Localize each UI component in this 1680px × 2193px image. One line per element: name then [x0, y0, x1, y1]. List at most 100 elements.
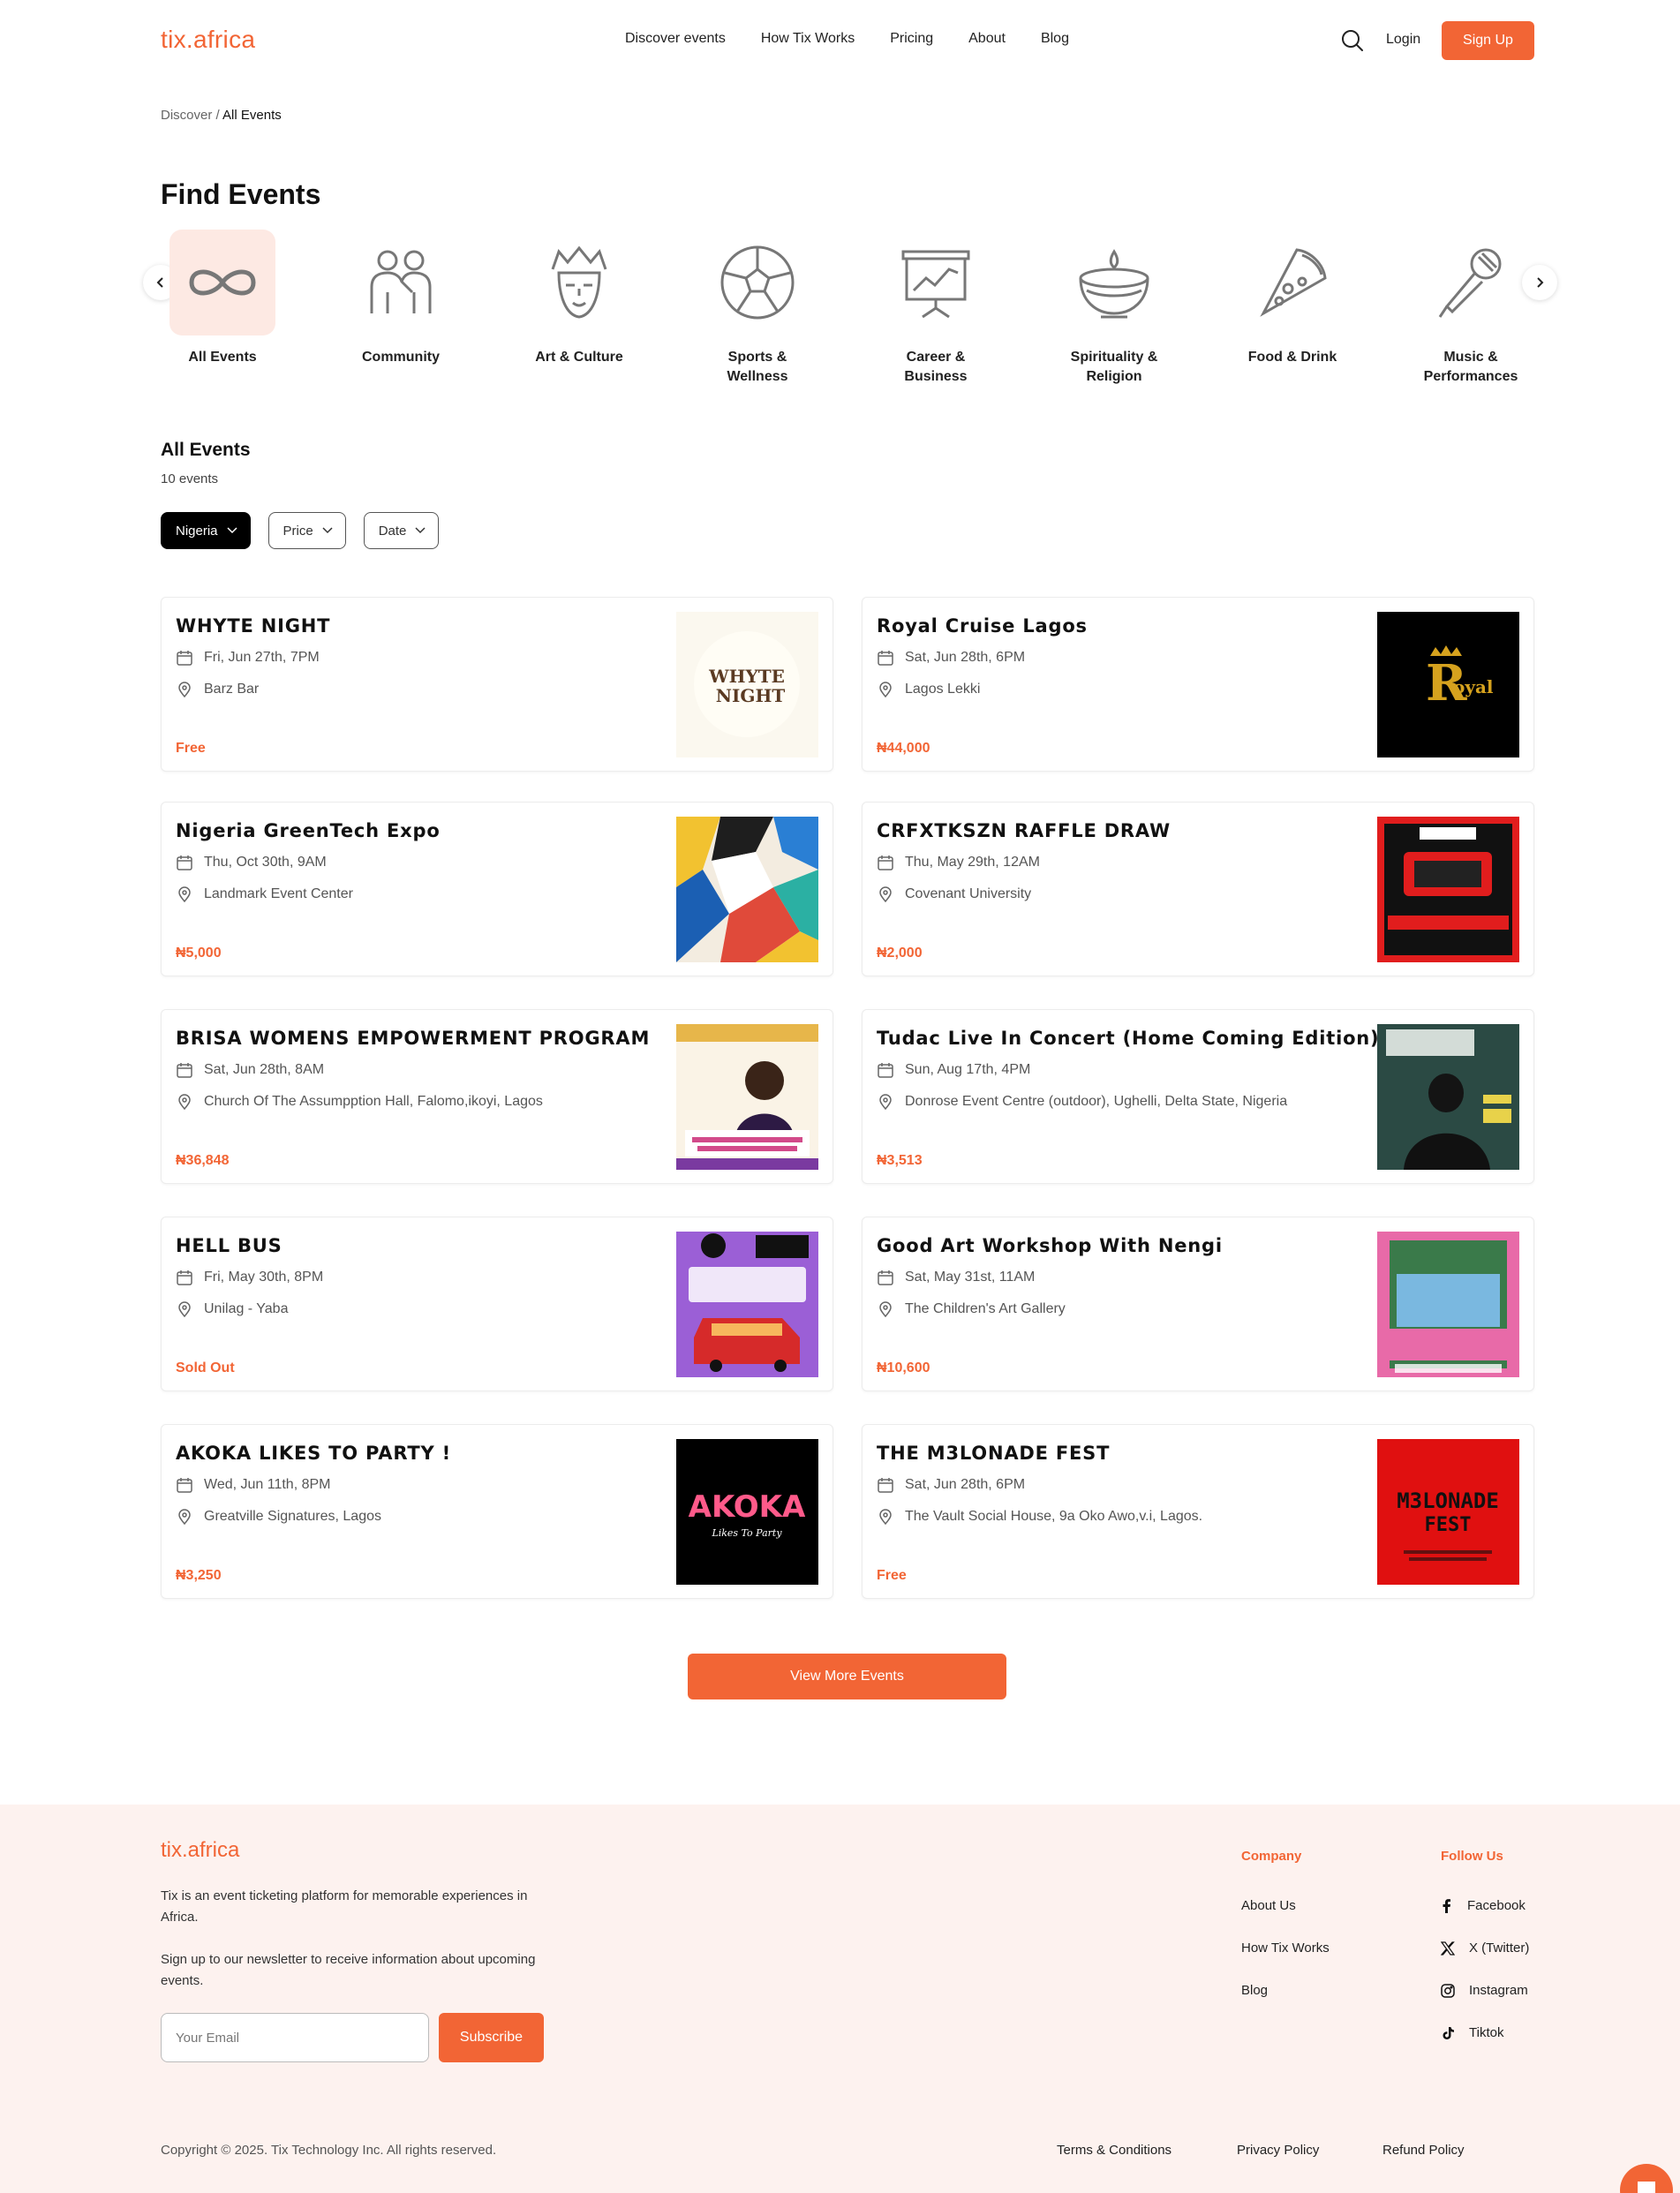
event-date: Sat, May 31st, 11AM: [877, 1269, 1035, 1286]
chevron-right-icon: [1537, 277, 1544, 288]
event-card[interactable]: HELL BUS Fri, May 30th, 8PM Unilag - Yab…: [161, 1217, 833, 1391]
royal-cruise-poster: Royal: [1377, 612, 1519, 757]
calendar-icon: [177, 651, 192, 666]
event-card[interactable]: Nigeria GreenTech Expo Thu, Oct 30th, 9A…: [161, 802, 833, 976]
microphone-icon: [1418, 230, 1524, 335]
calendar-icon: [177, 1270, 192, 1285]
raffle-draw-poster: [1377, 817, 1519, 962]
event-title: Royal Cruise Lagos: [877, 615, 1088, 637]
event-venue: Landmark Event Center: [176, 885, 353, 903]
chevron-down-icon: [415, 527, 426, 534]
tiktok-icon: [1443, 2026, 1454, 2039]
facebook-icon: [1443, 1898, 1450, 1913]
category-all-events[interactable]: All Events: [161, 230, 284, 367]
filter-country[interactable]: Nigeria: [161, 512, 251, 549]
footer-link-blog[interactable]: Blog: [1241, 1983, 1268, 1998]
event-venue-text: Barz Bar: [204, 682, 260, 697]
breadcrumb-separator: /: [212, 108, 223, 123]
event-title: Good Art Workshop With Nengi: [877, 1235, 1223, 1256]
category-spirituality-religion[interactable]: Spirituality & Religion: [1052, 230, 1176, 387]
category-label: Music & Performances: [1423, 350, 1518, 384]
event-card[interactable]: Tudac Live In Concert (Home Coming Editi…: [862, 1009, 1534, 1184]
event-price: ₦3,513: [877, 1153, 923, 1168]
filter-price[interactable]: Price: [267, 512, 346, 549]
logo[interactable]: tix.africa: [161, 26, 255, 54]
social-instagram-link[interactable]: Instagram: [1441, 1983, 1528, 1998]
x-twitter-icon: [1441, 1941, 1455, 1956]
nav-pricing[interactable]: Pricing: [890, 31, 933, 47]
footer-logo[interactable]: tix.africa: [161, 1838, 239, 1863]
category-sports-wellness[interactable]: Sports & Wellness: [696, 230, 819, 387]
event-card[interactable]: WHYTE NIGHT Fri, Jun 27th, 7PM Barz Bar …: [161, 597, 833, 772]
event-date-text: Sat, Jun 28th, 6PM: [905, 1477, 1026, 1492]
location-pin-icon: [879, 682, 892, 698]
login-link[interactable]: Login: [1386, 32, 1420, 48]
nav-how-tix-works[interactable]: How Tix Works: [761, 31, 855, 47]
m3lonade-poster: M3LONADE FEST: [1377, 1439, 1519, 1585]
privacy-policy-link[interactable]: Privacy Policy: [1237, 2143, 1319, 2158]
footer-newsletter-text: Sign up to our newsletter to receive inf…: [161, 1952, 536, 1988]
mask-icon: [526, 230, 632, 335]
social-x-link[interactable]: X (Twitter): [1441, 1941, 1529, 1956]
social-tiktok-link[interactable]: Tiktok: [1441, 2025, 1503, 2040]
category-label: Spirituality & Religion: [1070, 350, 1158, 384]
event-price: Free: [176, 741, 206, 756]
calendar-icon: [878, 651, 893, 666]
svg-text:oyal: oyal: [1453, 676, 1494, 697]
event-venue-text: Unilag - Yaba: [204, 1301, 289, 1316]
candle-bowl-icon: [1061, 230, 1167, 335]
event-venue-text: Donrose Event Centre (outdoor), Ughelli,…: [905, 1094, 1288, 1109]
category-career-business[interactable]: Career & Business: [874, 230, 998, 387]
signup-button[interactable]: Sign Up: [1442, 21, 1534, 60]
event-price: ₦5,000: [176, 946, 222, 961]
filter-date[interactable]: Date: [363, 512, 440, 549]
event-date-text: Fri, Jun 27th, 7PM: [204, 650, 320, 665]
filter-label: Nigeria: [176, 523, 218, 539]
terms-link[interactable]: Terms & Conditions: [1057, 2143, 1171, 2158]
filter-label: Date: [378, 523, 407, 539]
event-title: HELL BUS: [176, 1235, 283, 1256]
site-header: tix.africa Discover events How Tix Works…: [0, 0, 1680, 79]
category-music-performances[interactable]: Music & Performances: [1409, 230, 1533, 387]
event-card[interactable]: AKOKA LIKES TO PARTY ! Wed, Jun 11th, 8P…: [161, 1424, 833, 1599]
event-card[interactable]: Royal Cruise Lagos Sat, Jun 28th, 6PM La…: [862, 597, 1534, 772]
view-more-events-button[interactable]: View More Events: [688, 1654, 1006, 1699]
chat-bubble-icon: [1638, 2182, 1655, 2193]
event-venue: Lagos Lekki: [877, 681, 980, 698]
social-facebook-link[interactable]: Facebook: [1441, 1898, 1526, 1913]
nav-blog[interactable]: Blog: [1041, 31, 1069, 47]
refund-policy-link[interactable]: Refund Policy: [1382, 2143, 1465, 2158]
svg-text:M3LONADE: M3LONADE: [1397, 1488, 1499, 1513]
svg-text:WHYTE: WHYTE: [708, 666, 785, 687]
event-date-text: Fri, May 30th, 8PM: [204, 1270, 324, 1285]
social-label: Tiktok: [1469, 2025, 1504, 2040]
breadcrumb-current: All Events: [222, 108, 282, 123]
event-card[interactable]: CRFXTKSZN RAFFLE DRAW Thu, May 29th, 12A…: [862, 802, 1534, 976]
social-label: Facebook: [1467, 1898, 1526, 1913]
event-card[interactable]: BRISA WOMENS EMPOWERMENT PROGRAM Sat, Ju…: [161, 1009, 833, 1184]
brisa-poster: [676, 1024, 818, 1170]
footer-link-about-us[interactable]: About Us: [1241, 1898, 1296, 1913]
newsletter-email-input[interactable]: [161, 2013, 429, 2062]
category-label: Sports & Wellness: [727, 350, 788, 384]
category-art-culture[interactable]: Art & Culture: [517, 230, 641, 367]
breadcrumb-discover[interactable]: Discover: [161, 108, 212, 123]
location-pin-icon: [879, 1301, 892, 1318]
event-date: Sat, Jun 28th, 6PM: [877, 1476, 1025, 1494]
category-label: Food & Drink: [1247, 350, 1337, 365]
event-venue-text: Landmark Event Center: [204, 886, 353, 901]
categories-next-button[interactable]: [1522, 265, 1557, 300]
category-community[interactable]: Community: [339, 230, 463, 367]
location-pin-icon: [178, 682, 191, 698]
footer-link-how-tix-works[interactable]: How Tix Works: [1241, 1941, 1330, 1956]
category-food-drink[interactable]: Food & Drink: [1231, 230, 1354, 367]
event-venue: The Vault Social House, 9a Oko Awo,v.i, …: [877, 1508, 1202, 1526]
search-icon[interactable]: [1340, 28, 1365, 53]
event-card[interactable]: THE M3LONADE FEST Sat, Jun 28th, 6PM The…: [862, 1424, 1534, 1599]
nav-about[interactable]: About: [968, 31, 1006, 47]
nav-discover-events[interactable]: Discover events: [625, 31, 726, 47]
subscribe-button[interactable]: Subscribe: [439, 2013, 544, 2062]
event-date: Thu, May 29th, 12AM: [877, 854, 1040, 871]
breadcrumb: Discover / All Events: [161, 108, 282, 123]
event-card[interactable]: Good Art Workshop With Nengi Sat, May 31…: [862, 1217, 1534, 1391]
